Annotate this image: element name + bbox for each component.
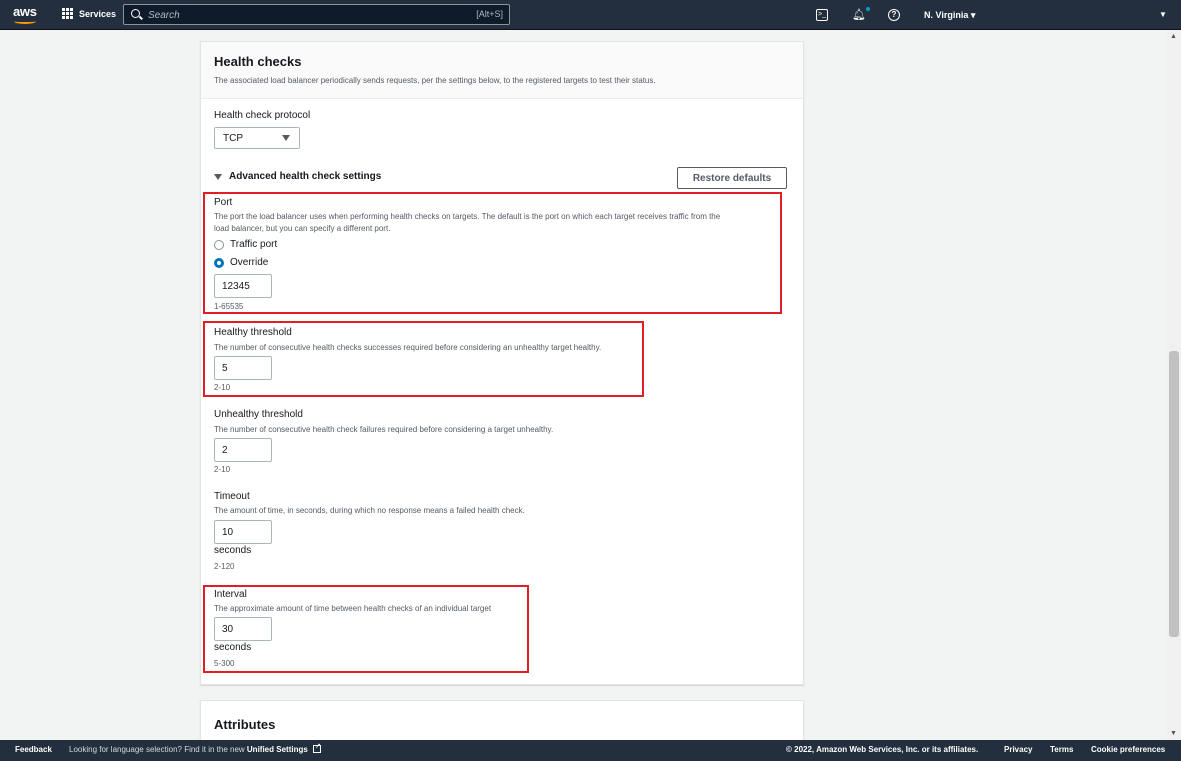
unhealthy-threshold-constraint: 2-10 <box>214 465 231 474</box>
aws-logo[interactable]: aws <box>13 4 37 24</box>
search-input[interactable] <box>148 8 468 22</box>
health-checks-title: Health checks <box>214 54 302 69</box>
language-text: Looking for language selection? Find it … <box>69 745 245 754</box>
scroll-thumb[interactable] <box>1169 351 1179 637</box>
feedback-link[interactable]: Feedback <box>15 745 52 754</box>
healthy-threshold-highlight-box <box>203 321 644 397</box>
attributes-title: Attributes <box>214 717 276 732</box>
cookie-preferences-link[interactable]: Cookie preferences <box>1091 745 1165 754</box>
search-icon <box>131 9 140 18</box>
grid-icon <box>62 8 73 19</box>
unhealthy-threshold-label: Unhealthy threshold <box>214 409 303 420</box>
health-checks-description: The associated load balancer periodicall… <box>214 76 656 85</box>
timeout-constraint: 2-120 <box>214 562 235 571</box>
caret-down-icon <box>282 135 290 141</box>
caret-down-icon <box>214 173 222 180</box>
timeout-input[interactable] <box>214 520 272 544</box>
privacy-link[interactable]: Privacy <box>1004 745 1032 754</box>
services-menu-button[interactable]: Services <box>62 8 116 19</box>
terminal-icon[interactable]: >_ <box>816 9 828 21</box>
search-box[interactable]: [Alt+S] <box>123 4 510 25</box>
footer: Feedback Looking for language selection?… <box>0 740 1181 761</box>
timeout-label: Timeout <box>214 491 250 502</box>
services-label: Services <box>79 8 117 19</box>
protocol-value: TCP <box>223 133 243 144</box>
scroll-down-icon[interactable]: ▼ <box>1170 730 1177 737</box>
unified-settings-link[interactable]: Unified Settings <box>247 745 308 754</box>
health-checks-header: Health checks The associated load balanc… <box>201 42 803 99</box>
logo-smile-icon <box>14 19 36 24</box>
restore-defaults-button[interactable]: Restore defaults <box>677 167 787 189</box>
caret-down-icon[interactable]: ▼ <box>1159 10 1167 19</box>
region-selector[interactable]: N. Virginia ▾ <box>924 10 975 21</box>
language-notice: Looking for language selection? Find it … <box>69 742 322 754</box>
external-link-icon <box>313 742 322 753</box>
help-icon[interactable]: ? <box>888 9 900 21</box>
timeout-unit: seconds <box>214 545 252 556</box>
terms-link[interactable]: Terms <box>1050 745 1073 754</box>
interval-highlight-box <box>203 585 529 673</box>
scroll-up-icon[interactable]: ▲ <box>1170 33 1177 40</box>
unhealthy-threshold-input[interactable] <box>214 438 272 462</box>
bell-icon[interactable]: 🔔︎ <box>852 8 866 21</box>
port-highlight-box <box>203 192 782 314</box>
notification-dot <box>866 7 870 11</box>
advanced-settings-toggle[interactable]: Advanced health check settings <box>214 171 381 182</box>
copyright-text: © 2022, Amazon Web Services, Inc. or its… <box>786 745 979 754</box>
top-navigation: aws Services [Alt+S] >_ 🔔︎ ? N. Virginia… <box>0 0 1181 30</box>
protocol-select[interactable]: TCP <box>214 127 300 149</box>
logo-text: aws <box>13 4 37 19</box>
unhealthy-threshold-description: The number of consecutive health check f… <box>214 425 554 434</box>
timeout-description: The amount of time, in seconds, during w… <box>214 506 525 515</box>
advanced-settings-label: Advanced health check settings <box>229 171 382 182</box>
protocol-label: Health check protocol <box>214 110 311 121</box>
search-shortcut-hint: [Alt+S] <box>476 9 503 19</box>
page-scrollbar[interactable]: ▲ ▼ <box>1167 31 1181 739</box>
